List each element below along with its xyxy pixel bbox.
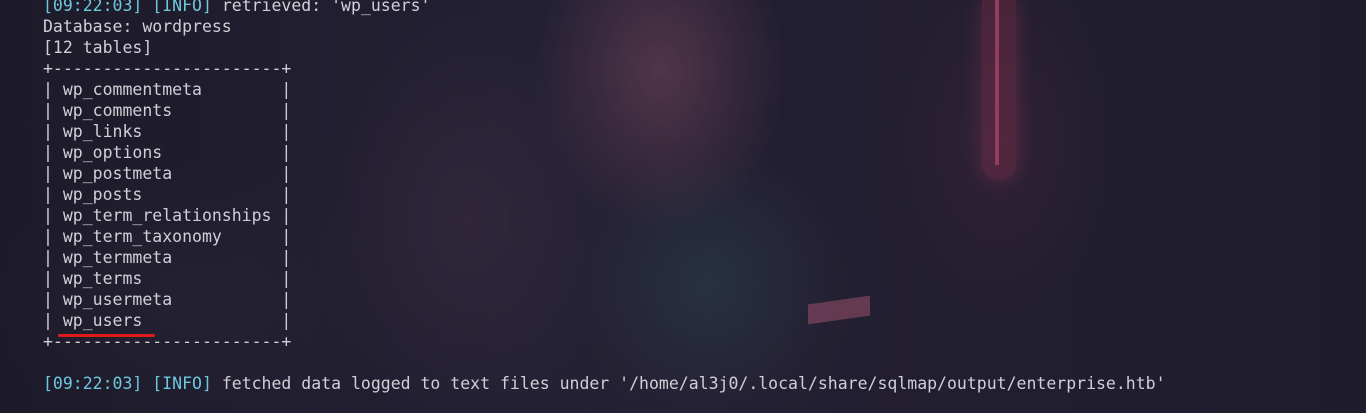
- log-line-fetched: [09:22:03] [INFO] fetched data logged to…: [43, 373, 1166, 394]
- terminal-output[interactable]: [09:22:03] [INFO] retrieved: 'wp_users' …: [0, 0, 1366, 413]
- table-row-wp-users: | wp_users |: [43, 311, 292, 330]
- log-timestamp: [09:22:03]: [43, 374, 143, 393]
- table-border-top: +-----------------------+: [43, 59, 292, 78]
- log-message: fetched data logged to text files under …: [211, 374, 1166, 393]
- log-line-retrieved: [09:22:03] [INFO] retrieved: 'wp_users': [43, 0, 430, 16]
- table-row: | wp_commentmeta |: [43, 80, 292, 99]
- log-message: retrieved: 'wp_users': [211, 0, 431, 15]
- table-row: | wp_posts |: [43, 185, 292, 204]
- table-row: | wp_postmeta |: [43, 164, 292, 183]
- table-row: | wp_term_taxonomy |: [43, 227, 292, 246]
- log-level: [INFO]: [152, 0, 212, 15]
- table-row: | wp_usermeta |: [43, 290, 292, 309]
- table-row: | wp_options |: [43, 143, 292, 162]
- table-row: | wp_terms |: [43, 269, 292, 288]
- table-count-line: [12 tables]: [43, 38, 153, 57]
- table-row: | wp_termmeta |: [43, 248, 292, 267]
- table-row: | wp_comments |: [43, 101, 292, 120]
- log-level: [INFO]: [152, 374, 212, 393]
- table-border-bottom: +-----------------------+: [43, 332, 292, 351]
- table-row: | wp_links |: [43, 122, 292, 141]
- table-row: | wp_term_relationships |: [43, 206, 292, 225]
- log-timestamp: [09:22:03]: [43, 0, 143, 15]
- database-name-line: Database: wordpress: [43, 17, 232, 36]
